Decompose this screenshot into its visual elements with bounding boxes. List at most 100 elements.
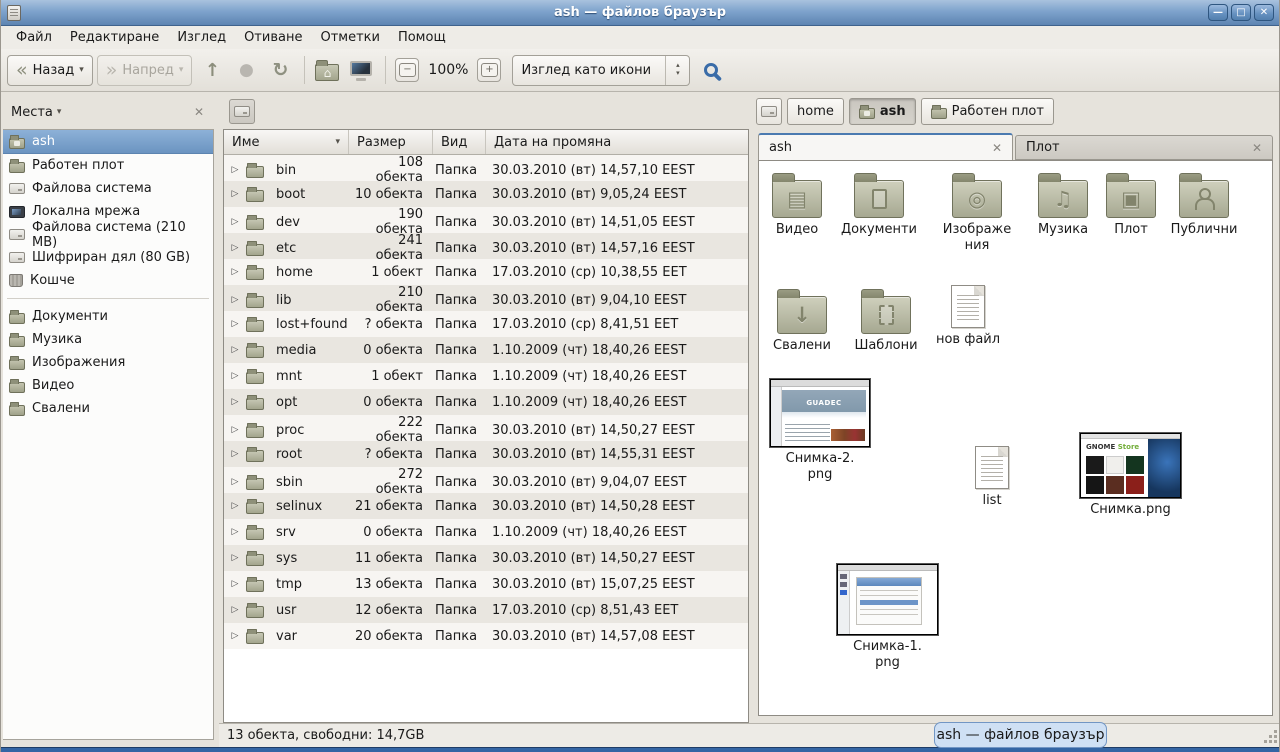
table-row[interactable]: ▷usr12 обектаПапка17.03.2010 (ср) 8,51,4… bbox=[224, 597, 748, 623]
expander-icon[interactable]: ▷ bbox=[224, 501, 246, 511]
expander-icon[interactable]: ▷ bbox=[224, 527, 246, 537]
folder-videos[interactable]: ▤ Видео bbox=[759, 171, 835, 238]
expander-icon[interactable]: ▷ bbox=[224, 631, 246, 641]
table-row[interactable]: ▷opt0 обектаПапка1.10.2009 (чт) 18,40,26… bbox=[224, 389, 748, 415]
zoom-out-button[interactable]: − bbox=[395, 58, 419, 82]
folder-desktop[interactable]: ▣ Плот bbox=[1097, 171, 1165, 238]
sidebar-item-trash[interactable]: Кошче bbox=[3, 269, 213, 292]
table-row[interactable]: ▷proc222 обектаПапка30.03.2010 (вт) 14,5… bbox=[224, 415, 748, 441]
file-new-file[interactable]: нов файл bbox=[930, 285, 1006, 348]
sidebar-item-music[interactable]: Музика bbox=[3, 328, 213, 351]
table-row[interactable]: ▷lost+found? обектаПапка17.03.2010 (ср) … bbox=[224, 311, 748, 337]
menu-edit[interactable]: Редактиране bbox=[61, 27, 168, 48]
chevron-down-icon[interactable]: ▾ bbox=[57, 107, 62, 117]
computer-button[interactable] bbox=[345, 55, 377, 86]
table-row[interactable]: ▷dev190 обектаПапка30.03.2010 (вт) 14,51… bbox=[224, 207, 748, 233]
expander-icon[interactable]: ▷ bbox=[224, 425, 246, 435]
table-row[interactable]: ▷lib210 обектаПапка30.03.2010 (вт) 9,04,… bbox=[224, 285, 748, 311]
sidebar-item-desktop[interactable]: Работен плот bbox=[3, 154, 213, 177]
sidebar-item-pictures[interactable]: Изображения bbox=[3, 351, 213, 374]
expander-icon[interactable]: ▷ bbox=[224, 319, 246, 329]
breadcrumb-home-button[interactable]: home bbox=[787, 98, 844, 125]
tab-ash[interactable]: ash ✕ bbox=[758, 133, 1013, 160]
expander-icon[interactable]: ▷ bbox=[224, 579, 246, 589]
resize-grip[interactable] bbox=[1274, 740, 1277, 743]
menu-file[interactable]: Файл bbox=[7, 27, 61, 48]
table-row[interactable]: ▷tmp13 обектаПапка30.03.2010 (вт) 15,07,… bbox=[224, 571, 748, 597]
expander-icon[interactable]: ▷ bbox=[224, 165, 246, 175]
column-header-date[interactable]: Дата на промяна bbox=[486, 130, 748, 154]
minimize-button[interactable]: — bbox=[1208, 4, 1228, 21]
folder-templates[interactable]: Шаблони bbox=[848, 287, 924, 354]
menu-help[interactable]: Помощ bbox=[389, 27, 455, 48]
table-row[interactable]: ▷media0 обектаПапка1.10.2009 (чт) 18,40,… bbox=[224, 337, 748, 363]
column-header-size[interactable]: Размер bbox=[349, 130, 433, 154]
table-row[interactable]: ▷var20 обектаПапка30.03.2010 (вт) 14,57,… bbox=[224, 623, 748, 649]
tab-close-icon[interactable]: ✕ bbox=[992, 141, 1002, 155]
table-row[interactable]: ▷selinux21 обектаПапка30.03.2010 (вт) 14… bbox=[224, 493, 748, 519]
column-header-type[interactable]: Вид bbox=[433, 130, 486, 154]
home-button[interactable]: ⌂ bbox=[311, 55, 343, 86]
title-bar[interactable]: ash — файлов браузър — □ ✕ bbox=[1, 0, 1279, 26]
table-row[interactable]: ▷home1 обектПапка17.03.2010 (ср) 10,38,5… bbox=[224, 259, 748, 285]
back-button[interactable]: « Назад ▾ bbox=[7, 55, 93, 86]
tab-close-icon[interactable]: ✕ bbox=[1252, 141, 1262, 155]
view-mode-select[interactable]: Изглед като икони ▴ ▾ bbox=[512, 55, 690, 86]
expander-icon[interactable]: ▷ bbox=[224, 189, 246, 199]
breadcrumb-desktop-button[interactable]: Работен плот bbox=[921, 98, 1054, 125]
folder-public[interactable]: Публични bbox=[1162, 171, 1246, 238]
expander-icon[interactable]: ▷ bbox=[224, 449, 246, 459]
menu-bookmarks[interactable]: Отметки bbox=[311, 27, 388, 48]
close-button[interactable]: ✕ bbox=[1254, 4, 1274, 21]
table-row[interactable]: ▷boot10 обектаПапка30.03.2010 (вт) 9,05,… bbox=[224, 181, 748, 207]
expander-icon[interactable]: ▷ bbox=[224, 217, 246, 227]
expander-icon[interactable]: ▷ bbox=[224, 477, 246, 487]
folder-documents[interactable]: Документи bbox=[831, 171, 927, 238]
file-snimka-png[interactable]: GNOME Store Снимка.png bbox=[1079, 433, 1182, 518]
expander-icon[interactable]: ▷ bbox=[224, 553, 246, 563]
expander-icon[interactable]: ▷ bbox=[224, 397, 246, 407]
expander-icon[interactable]: ▷ bbox=[224, 345, 246, 355]
expander-icon[interactable]: ▷ bbox=[224, 371, 246, 381]
table-row[interactable]: ▷mnt1 обектПапка1.10.2009 (чт) 18,40,26 … bbox=[224, 363, 748, 389]
search-icon[interactable] bbox=[704, 63, 718, 77]
menu-view[interactable]: Изглед bbox=[168, 27, 235, 48]
places-close-icon[interactable]: ✕ bbox=[194, 105, 204, 119]
sidebar-item-filesystem-210mb[interactable]: Файлова система (210 MB) bbox=[3, 223, 213, 246]
file-snimka-1-png[interactable]: Снимка-1.png bbox=[837, 564, 938, 672]
table-row[interactable]: ▷root? обектаПапка30.03.2010 (вт) 14,55,… bbox=[224, 441, 748, 467]
folder-downloads[interactable]: ↓ Свалени bbox=[764, 287, 840, 354]
stop-button[interactable]: ● bbox=[230, 55, 262, 86]
zoom-in-button[interactable]: + bbox=[477, 58, 501, 82]
expander-icon[interactable]: ▷ bbox=[224, 243, 246, 253]
file-list[interactable]: list bbox=[954, 446, 1030, 509]
expander-icon[interactable]: ▷ bbox=[224, 605, 246, 615]
sidebar-item-home[interactable]: ash bbox=[3, 130, 213, 154]
file-snimka-2-png[interactable]: GUADEC Снимка-2.png bbox=[770, 379, 870, 484]
sidebar-item-downloads[interactable]: Свалени bbox=[3, 397, 213, 420]
table-row[interactable]: ▷srv0 обектаПапка1.10.2009 (чт) 18,40,26… bbox=[224, 519, 748, 545]
folder-pictures[interactable]: ◎ Изображения bbox=[939, 171, 1015, 255]
forward-button[interactable]: » Напред ▾ bbox=[97, 55, 193, 86]
combo-spinner[interactable]: ▴ ▾ bbox=[665, 56, 689, 85]
reload-button[interactable]: ↻ bbox=[264, 55, 296, 86]
expander-icon[interactable]: ▷ bbox=[224, 267, 246, 277]
folder-music[interactable]: ♫ Музика bbox=[1021, 171, 1105, 238]
sidebar-item-encrypted[interactable]: Шифриран дял (80 GB) bbox=[3, 246, 213, 269]
breadcrumb-root-button[interactable] bbox=[756, 98, 782, 125]
back-dropdown-icon[interactable]: ▾ bbox=[79, 65, 84, 75]
up-button[interactable]: ↑ bbox=[196, 55, 228, 86]
sidebar-item-filesystem[interactable]: Файлова система bbox=[3, 177, 213, 200]
column-header-name[interactable]: Име ▾ bbox=[224, 130, 349, 154]
taskbar-window-button[interactable]: ash — файлов браузър bbox=[934, 722, 1107, 748]
places-title[interactable]: Места bbox=[11, 105, 53, 120]
breadcrumb-ash-button[interactable]: ash bbox=[849, 98, 916, 125]
sidebar-item-documents[interactable]: Документи bbox=[3, 305, 213, 328]
expander-icon[interactable]: ▷ bbox=[224, 295, 246, 305]
menu-go[interactable]: Отиване bbox=[235, 27, 311, 48]
table-row[interactable]: ▷sbin272 обектаПапка30.03.2010 (вт) 9,04… bbox=[224, 467, 748, 493]
table-row[interactable]: ▷bin108 обектаПапка30.03.2010 (вт) 14,57… bbox=[224, 155, 748, 181]
maximize-button[interactable]: □ bbox=[1231, 4, 1251, 21]
tab-plot[interactable]: Плот ✕ bbox=[1015, 135, 1273, 160]
sidebar-item-videos[interactable]: Видео bbox=[3, 374, 213, 397]
